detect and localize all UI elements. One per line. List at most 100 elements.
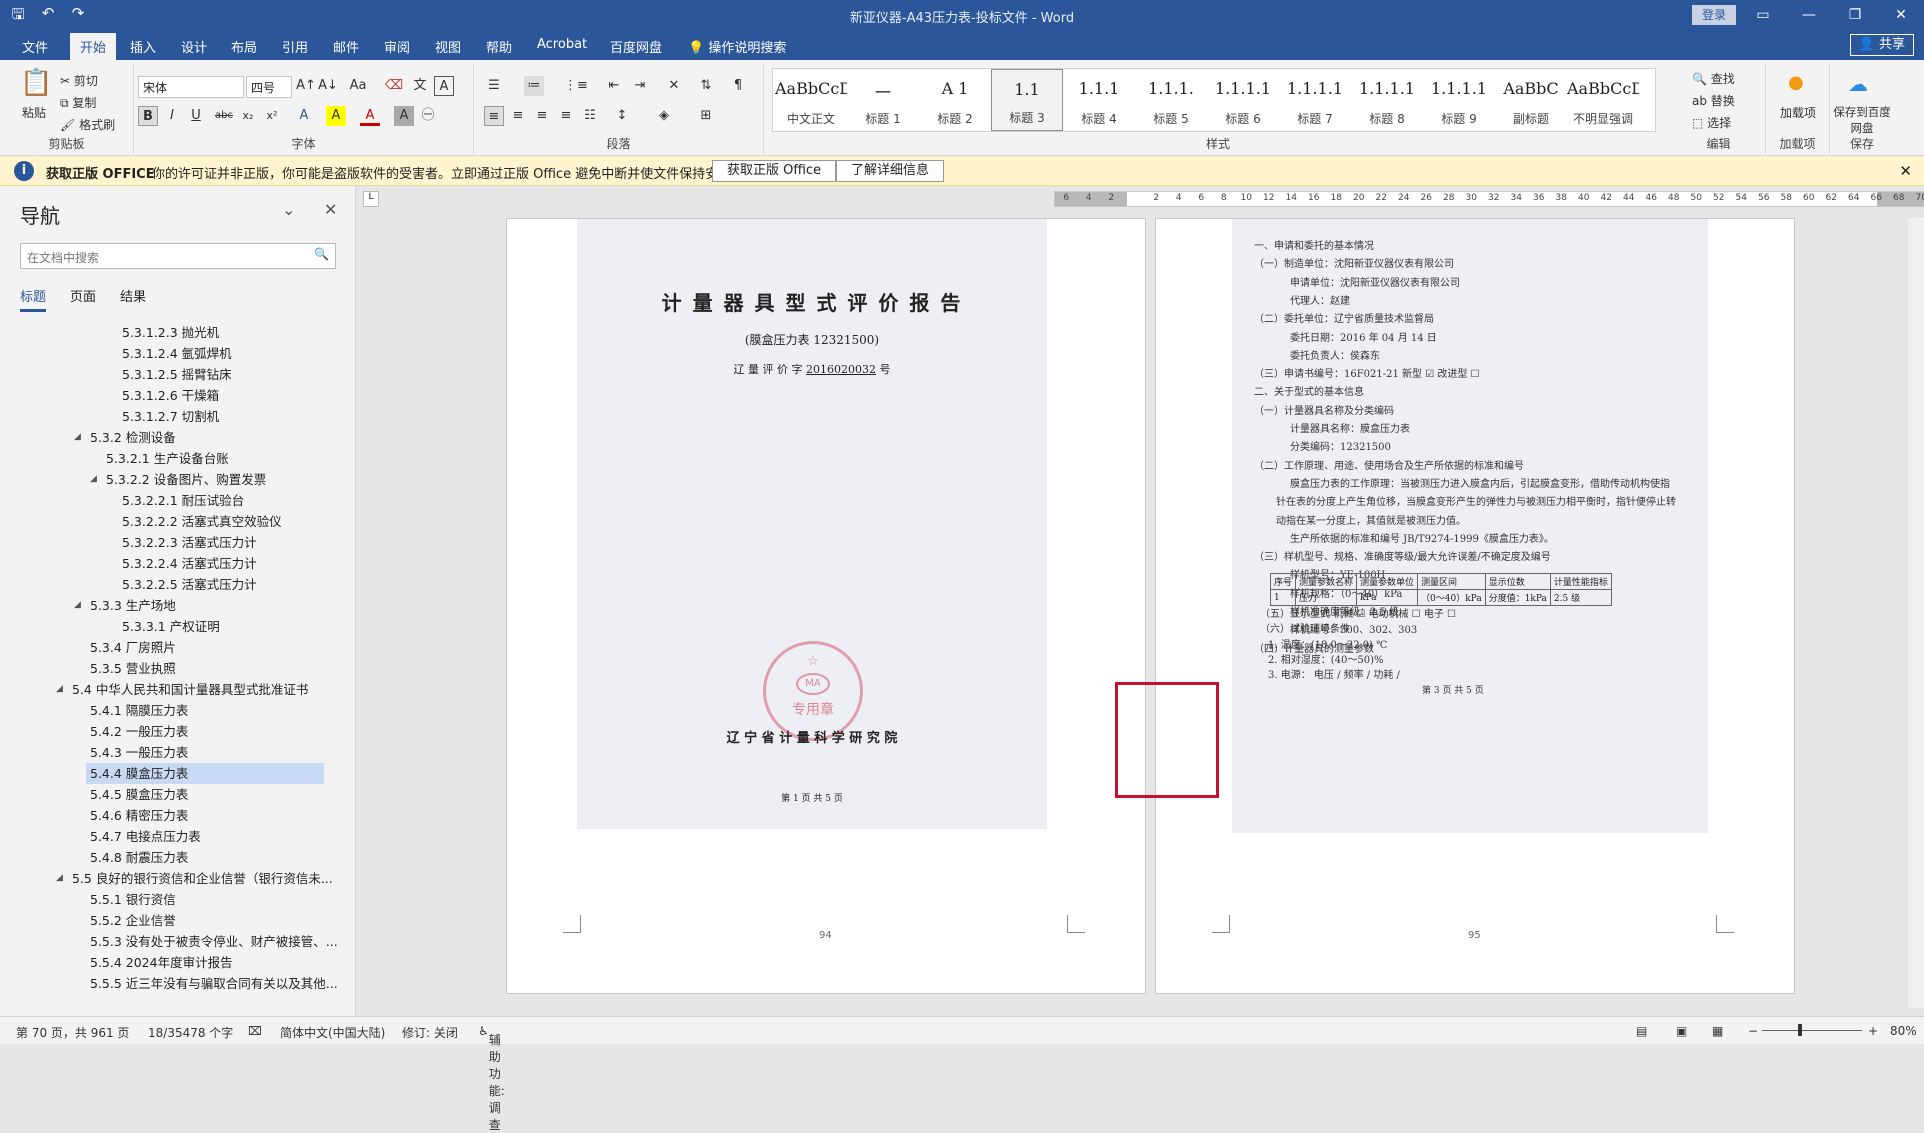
bold-button[interactable]: B xyxy=(138,106,158,126)
close-banner-icon[interactable]: ✕ xyxy=(1899,162,1912,180)
style-item[interactable]: A 1 标题 2 xyxy=(919,69,991,131)
tab-file[interactable]: 文件 xyxy=(22,37,48,56)
phonetic-icon[interactable]: 文 xyxy=(410,76,430,96)
learn-more-button[interactable]: 了解详细信息 xyxy=(836,160,945,182)
style-item[interactable]: 一标题 1 xyxy=(847,69,919,131)
nav-heading-item[interactable]: ◢ 5.3.2.2 设备图片、购置发票 xyxy=(0,469,340,490)
nav-heading-item[interactable]: 5.3.2.2.1 耐压试验台 xyxy=(0,490,340,511)
collapse-caret-icon[interactable]: ◢ xyxy=(90,469,97,490)
tell-me-search[interactable]: 💡 操作说明搜索 xyxy=(688,37,786,56)
nav-tab-results[interactable]: 结果 xyxy=(120,286,146,312)
web-layout-icon[interactable]: ▦ xyxy=(1712,1024,1723,1038)
tab-baidu[interactable]: 百度网盘 xyxy=(610,37,662,56)
line-spacing-icon[interactable]: ↕ xyxy=(612,106,632,126)
share-button[interactable]: 👤 共享 xyxy=(1849,34,1914,56)
addins-icon[interactable]: ● xyxy=(1788,72,1804,93)
nav-heading-item[interactable]: 5.3.1.2.5 摇臂钻床 xyxy=(0,364,340,385)
nav-heading-item[interactable]: 5.3.1.2.7 切割机 xyxy=(0,406,340,427)
enclose-char-icon[interactable]: ㊀ xyxy=(418,106,438,126)
login-button[interactable]: 登录 xyxy=(1692,5,1736,25)
bullets-icon[interactable]: ☰ xyxy=(484,76,504,96)
multilevel-list-icon[interactable]: ⋮≡ xyxy=(564,76,588,96)
nav-heading-item[interactable]: ◢ 5.5 良好的银行资信和企业信誉（银行资信未... xyxy=(0,868,340,889)
nav-tab-pages[interactable]: 页面 xyxy=(70,286,96,312)
proofing-icon[interactable]: ⌧ xyxy=(248,1024,262,1038)
paste-icon[interactable]: 📋 xyxy=(20,68,52,98)
zoom-level[interactable]: 80% xyxy=(1890,1024,1917,1038)
style-item[interactable]: 1.1 标题 3 xyxy=(991,69,1063,131)
horizontal-ruler[interactable]: 6 4 2 2 4 6 8 10 12 14 16 18 20 22 24 26 28 30 32 34 36 38 40 4… xyxy=(1054,191,1924,207)
nav-heading-item[interactable]: 5.3.2.1 生产设备台账 xyxy=(0,448,340,469)
minimize-icon[interactable]: — xyxy=(1786,0,1832,30)
word-count[interactable]: 18/35478 个字 xyxy=(148,1024,233,1041)
tab-design[interactable]: 设计 xyxy=(181,37,207,56)
nav-close-icon[interactable]: ✕ xyxy=(324,200,337,219)
nav-heading-item[interactable]: 5.3.4 厂房照片 xyxy=(0,637,340,658)
shading-icon[interactable]: ◈ xyxy=(654,106,674,126)
page-count[interactable]: 第 70 页，共 961 页 xyxy=(16,1024,129,1041)
tab-help[interactable]: 帮助 xyxy=(486,37,512,56)
font-color-button[interactable]: A xyxy=(360,106,380,126)
clear-format-icon[interactable]: ⌫ xyxy=(384,76,404,96)
style-item[interactable]: AaBbCcDdI中文正文 xyxy=(775,69,847,131)
replace-button[interactable]: ab 替换 xyxy=(1692,92,1735,109)
underline-button[interactable]: U xyxy=(186,106,206,126)
superscript-button[interactable]: x² xyxy=(262,106,282,126)
nav-heading-item[interactable]: 5.4.7 电接点压力表 xyxy=(0,826,340,847)
tab-review[interactable]: 审阅 xyxy=(384,37,410,56)
decrease-indent-icon[interactable]: ⇤ xyxy=(604,76,624,96)
nav-heading-item[interactable]: 5.4.2 一般压力表 xyxy=(0,721,340,742)
style-item[interactable]: AaBbCcD 不明显强调 xyxy=(1567,69,1639,131)
align-right-icon[interactable]: ≡ xyxy=(532,106,552,126)
nav-heading-item[interactable]: 5.3.3.1 产权证明 xyxy=(0,616,340,637)
nav-heading-item[interactable]: 5.3.1.2.6 干燥箱 xyxy=(0,385,340,406)
language-status[interactable]: 简体中文(中国大陆) xyxy=(280,1024,385,1041)
nav-heading-item[interactable]: 5.5.4 2024年度审计报告 xyxy=(0,952,340,973)
nav-heading-item[interactable]: 5.4.4 膜盒压力表 xyxy=(86,763,324,784)
style-item[interactable]: 1.1.1. 标题 5 xyxy=(1135,69,1207,131)
accessibility-status[interactable]: ♿ 辅助功能: 调查 xyxy=(478,1024,505,1132)
strikethrough-button[interactable]: abc xyxy=(214,106,234,126)
justify-icon[interactable]: ≡ xyxy=(556,106,576,126)
cloud-icon[interactable]: ☁ xyxy=(1848,72,1868,96)
nav-options-icon[interactable]: ⌄ xyxy=(282,200,295,219)
nav-heading-item[interactable]: 5.3.2.2.2 活塞式真空效验仪 xyxy=(0,511,340,532)
zoom-slider[interactable] xyxy=(1762,1030,1862,1031)
style-item[interactable]: AaBbC 副标题 xyxy=(1495,69,1567,131)
nav-search-input[interactable]: 在文档中搜索 🔍 xyxy=(20,243,336,269)
tab-view[interactable]: 视图 xyxy=(435,37,461,56)
nav-heading-item[interactable]: 5.3.5 营业执照 xyxy=(0,658,340,679)
style-item[interactable]: 1.1.1.1 标题 7 xyxy=(1279,69,1351,131)
char-border-icon[interactable]: A xyxy=(434,76,454,96)
nav-heading-item[interactable]: ◢ 5.3.2 检测设备 xyxy=(0,427,340,448)
save-baidu-button[interactable]: 保存到百度网盘 xyxy=(1830,104,1894,136)
numbering-icon[interactable]: ≔ xyxy=(524,76,544,96)
collapse-caret-icon[interactable]: ◢ xyxy=(74,427,81,448)
collapse-caret-icon[interactable]: ◢ xyxy=(56,868,63,889)
nav-heading-item[interactable]: 5.4.5 膜盒压力表 xyxy=(0,784,340,805)
get-genuine-button[interactable]: 获取正版 Office xyxy=(712,160,837,182)
nav-heading-item[interactable]: 5.4.1 隔膜压力表 xyxy=(0,700,340,721)
nav-heading-item[interactable]: 5.5.5 近三年没有与骗取合同有关以及其他... xyxy=(0,973,340,994)
read-mode-icon[interactable]: ▤ xyxy=(1636,1024,1647,1038)
shrink-font-icon[interactable]: A↓ xyxy=(318,76,338,96)
cut-button[interactable]: ✂ 剪切 xyxy=(60,72,98,89)
restore-icon[interactable]: ❐ xyxy=(1832,0,1878,30)
nav-heading-item[interactable]: 5.3.2.2.3 活塞式压力计 xyxy=(0,532,340,553)
nav-heading-item[interactable]: ◢ 5.4 中华人民共和国计量器具型式批准证书 xyxy=(0,679,340,700)
distributed-icon[interactable]: ☷ xyxy=(580,106,600,126)
nav-heading-item[interactable]: 5.4.6 精密压力表 xyxy=(0,805,340,826)
align-left-icon[interactable]: ≡ xyxy=(484,106,504,126)
nav-heading-item[interactable]: 5.4.3 一般压力表 xyxy=(0,742,340,763)
char-shading-button[interactable]: A xyxy=(394,106,414,126)
tab-mailings[interactable]: 邮件 xyxy=(333,37,359,56)
tab-home[interactable]: 开始 xyxy=(70,33,117,60)
style-item[interactable]: 1.1.1.1 标题 8 xyxy=(1351,69,1423,131)
vertical-scrollbar[interactable] xyxy=(1908,218,1924,1008)
style-item[interactable]: 1.1.1.1 标题 9 xyxy=(1423,69,1495,131)
tab-selector[interactable]: L xyxy=(363,191,379,207)
collapse-caret-icon[interactable]: ◢ xyxy=(56,679,63,700)
nav-heading-item[interactable]: 5.3.2.2.5 活塞式压力计 xyxy=(0,574,340,595)
style-item[interactable]: 1.1.1 标题 4 xyxy=(1063,69,1135,131)
nav-heading-item[interactable]: 5.5.2 企业信誉 xyxy=(0,910,340,931)
